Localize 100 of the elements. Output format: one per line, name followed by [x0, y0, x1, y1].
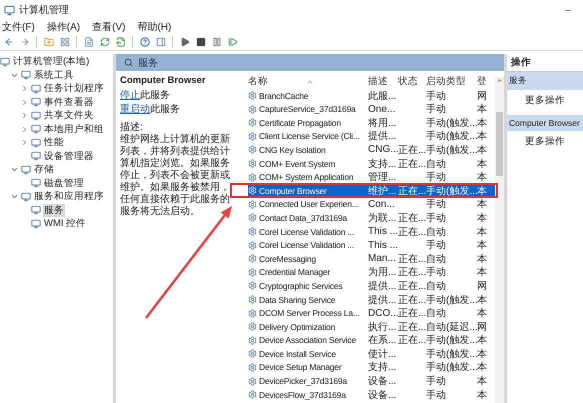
tree-item[interactable]: 服务: [43, 204, 65, 217]
node-icon: [31, 138, 41, 148]
description-text: 维护网络上计算机的更新列表，并将列表提供给计算机指定浏览。如果服务停止，列表不会被更新或维护。如果服务被禁用，任何直接依赖于此服务的服务将无法启动。: [120, 134, 230, 218]
service-row[interactable]: Delivery Optimization 执行... 正在...自动(延迟...网: [248, 320, 495, 334]
expand-caret-icon[interactable]: [20, 98, 29, 107]
service-row[interactable]: Cryptographic Services 提供... 正在...自动 网: [248, 278, 495, 292]
table-cell-text: 手动: [426, 102, 447, 116]
service-row[interactable]: CoreMessaging Man... 正在...自动 本: [248, 252, 495, 266]
gear-icon: [248, 132, 257, 141]
table-cell-text: 本: [477, 306, 488, 320]
tree-item[interactable]: 本地用户和组: [43, 122, 105, 136]
service-row[interactable]: Credential Manager 为用... 正在...手动 本: [248, 265, 495, 279]
document-icon: [84, 37, 94, 47]
service-row[interactable]: Certificate Propagation 将用... 手动(触发...本: [248, 116, 495, 130]
service-row[interactable]: BranchCache 此服... 手动 网: [248, 88, 495, 102]
service-row[interactable]: Connected User Experien... Con... 手动 本: [248, 197, 495, 211]
actions-section-header[interactable]: 服务: [507, 72, 583, 90]
node-icon: [31, 205, 41, 216]
table-cell: DevicePicker_37d3169a: [259, 376, 347, 386]
tree-item[interactable]: WMI 控件: [43, 217, 88, 230]
tree-item[interactable]: 共享文件夹: [43, 109, 95, 122]
tree-item[interactable]: 任务计划程序: [43, 82, 105, 96]
service-row[interactable]: Corel License Validation ... This ...正在...自动 本: [248, 224, 495, 238]
table-cell-text: 手动: [426, 90, 447, 103]
table-cell-text: 提供...: [368, 280, 398, 293]
expand-caret-icon[interactable]: [20, 84, 29, 94]
table-cell-text: 正在...: [398, 280, 426, 293]
column-header[interactable]: 登: [477, 75, 488, 88]
more-actions-item[interactable]: 更多操作: [507, 90, 583, 115]
table-cell-text: 手动(触发...: [426, 348, 477, 361]
gear-icon: [248, 308, 257, 318]
service-row[interactable]: Corel License Validation ... This ... 手动 本: [248, 238, 495, 252]
more-actions-item[interactable]: 更多操作: [507, 131, 583, 156]
minimize-button[interactable]: –: [557, 4, 579, 16]
expand-caret-icon[interactable]: [20, 138, 29, 148]
table-cell: COM+ Event System: [259, 158, 336, 169]
tree-item[interactable]: 性能: [43, 136, 65, 150]
gear-icon: [248, 362, 257, 372]
menu-item[interactable]: 操作(A): [46, 20, 80, 34]
service-row[interactable]: CNG Key Isolation CNG...正在...手动(触发...本: [248, 142, 495, 157]
table-cell-text: 本: [477, 184, 488, 198]
table-cell: CNG Key Isolation: [259, 144, 326, 155]
gear-icon: [248, 227, 257, 236]
column-header[interactable]: 状态: [398, 75, 426, 88]
table-cell-text: 本: [477, 116, 488, 130]
node-icon: [31, 218, 41, 229]
gear-icon: [248, 281, 257, 290]
column-header[interactable]: 描述: [368, 75, 398, 88]
table-cell-text: 设备...: [368, 375, 398, 388]
table-cell-text: 本: [477, 170, 488, 184]
action-link[interactable]: 停止: [120, 88, 140, 102]
service-row[interactable]: COM+ Event System 支持... 正在...自动 本: [248, 156, 495, 170]
table-cell-text: 手动(触发...: [426, 334, 477, 348]
tree-item[interactable]: 计算机管理(本地): [12, 55, 90, 68]
gear-icon: [248, 376, 257, 386]
tree-item[interactable]: 事件查看器: [43, 96, 95, 109]
scroll-thumb[interactable]: [496, 112, 503, 176]
table-cell-text: 网: [477, 320, 488, 334]
table-cell-text: 为联...: [368, 212, 398, 225]
menu-item[interactable]: 文件(F): [2, 20, 35, 34]
service-row[interactable]: DevicePicker_37d3169a 设备... 手动 本: [248, 374, 495, 388]
tree-item[interactable]: 服务和应用程序: [33, 190, 105, 204]
service-row[interactable]: CaptureService_37d3169a One... 手动 本: [248, 102, 495, 116]
service-row[interactable]: DevicesFlow_37d3169a 设备... 手动 本: [248, 388, 495, 402]
table-cell-text: 本: [477, 102, 488, 116]
table-cell-text: One...: [368, 104, 396, 115]
tree-item[interactable]: 系统工具: [33, 68, 75, 82]
gear-icon: [248, 172, 257, 182]
gear-icon: [248, 159, 257, 168]
gear-icon: [248, 349, 257, 358]
tree-item[interactable]: 设备管理器: [43, 150, 95, 163]
tree-item[interactable]: 存储: [33, 163, 55, 176]
table-cell-text: 网: [477, 90, 488, 103]
menu-item[interactable]: 查看(V): [92, 20, 126, 34]
description-label: 描述:: [120, 120, 143, 134]
gear-icon: [248, 240, 257, 250]
tree-item[interactable]: 磁盘管理: [43, 176, 85, 190]
action-link[interactable]: 重启动: [120, 102, 150, 116]
table-cell-text: 正在...: [398, 267, 426, 280]
scroll-up-icon[interactable]: [496, 77, 503, 84]
column-header[interactable]: 启动类型: [426, 75, 477, 88]
table-cell: Data Sharing Service: [259, 294, 336, 304]
table-cell-text: 正在...: [398, 252, 426, 266]
service-row[interactable]: DCOM Server Process La... DCO...正在...自动 本: [248, 306, 495, 320]
menu-item[interactable]: 帮助(H): [137, 20, 172, 34]
column-header[interactable]: 名称: [248, 75, 368, 88]
service-row[interactable]: Data Sharing Service 提供... 正在...手动(触发...本: [248, 292, 495, 306]
service-row[interactable]: Contact Data_37d3169a 为联... 正在...手动 本: [248, 210, 495, 225]
service-row[interactable]: Device Install Service 使计... 手动(触发...本: [248, 346, 495, 360]
expand-caret-icon[interactable]: [20, 111, 29, 120]
table-cell-text: 提供...: [368, 130, 398, 144]
scrollbar[interactable]: [495, 77, 504, 403]
expand-caret-icon[interactable]: [20, 124, 29, 134]
actions-section-header[interactable]: Computer Browser: [507, 115, 583, 131]
table-cell: Corel License Validation ...: [259, 226, 354, 237]
service-row[interactable]: COM+ System Application 管理... 手动 本: [248, 170, 495, 184]
table-cell-text: 设备...: [368, 388, 398, 402]
service-row[interactable]: Device Setup Manager 支持... 手动(触发...本: [248, 360, 495, 374]
service-row[interactable]: Device Association Service 在系... 正在...手动(触发...本: [248, 333, 495, 347]
service-row[interactable]: Client License Service (Cli... 提供... 手动(触发...本: [248, 129, 495, 143]
